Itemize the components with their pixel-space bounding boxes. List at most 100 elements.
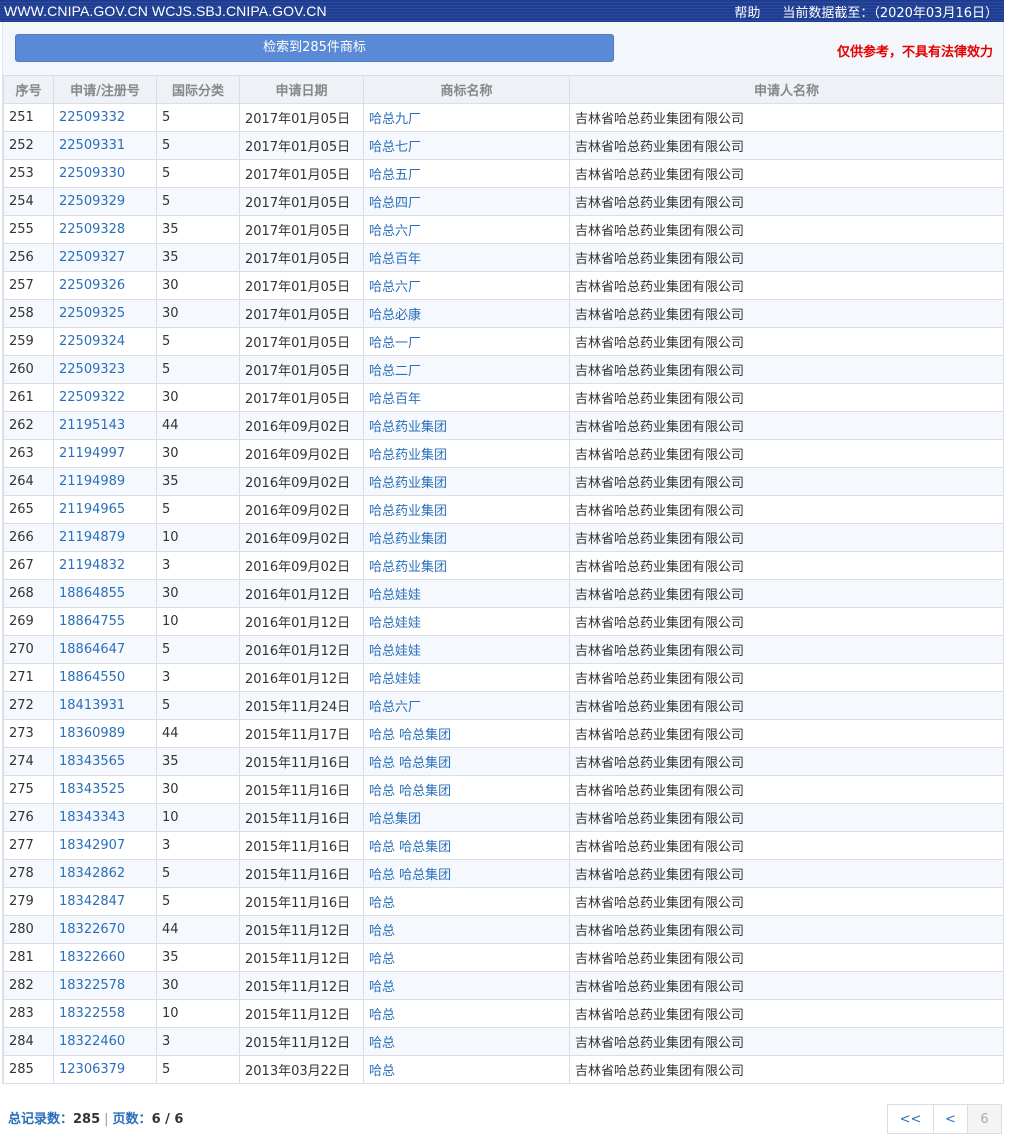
cell-mark-name[interactable]: 哈总六厂: [363, 215, 570, 244]
cell-mark-name[interactable]: 哈总药业集团: [363, 523, 570, 552]
table-row: 271 18864550 3 2016年01月12日 哈总娃娃 吉林省哈总药业集团有限公司: [3, 663, 1004, 692]
cell-mark-name[interactable]: 哈总九厂: [363, 103, 570, 132]
cell-reg-no[interactable]: 18360989: [53, 719, 157, 748]
cell-mark-name[interactable]: 哈总 哈总集团: [363, 859, 570, 888]
cell-reg-no[interactable]: 18864550: [53, 663, 157, 692]
cell-reg-no[interactable]: 22509330: [53, 159, 157, 188]
cell-reg-no[interactable]: 18342862: [53, 859, 157, 888]
cell-mark-name[interactable]: 哈总 哈总集团: [363, 747, 570, 776]
cell-applicant: 吉林省哈总药业集团有限公司: [569, 271, 1004, 300]
cell-seq: 273: [3, 719, 54, 748]
cell-reg-no[interactable]: 22509323: [53, 355, 157, 384]
table-row: 258 22509325 30 2017年01月05日 哈总必康 吉林省哈总药业集团有限公…: [3, 299, 1004, 328]
cell-mark-name[interactable]: 哈总: [363, 915, 570, 944]
cell-reg-no[interactable]: 21194997: [53, 439, 157, 468]
cell-reg-no[interactable]: 18322460: [53, 1027, 157, 1056]
cell-mark-name[interactable]: 哈总百年: [363, 383, 570, 412]
cell-date: 2017年01月05日: [239, 243, 364, 272]
cell-mark-name[interactable]: 哈总 哈总集团: [363, 831, 570, 860]
cell-reg-no[interactable]: 21194879: [53, 523, 157, 552]
cell-mark-name[interactable]: 哈总: [363, 1055, 570, 1084]
cell-reg-no[interactable]: 18342907: [53, 831, 157, 860]
cell-reg-no[interactable]: 18413931: [53, 691, 157, 720]
cell-reg-no[interactable]: 18864647: [53, 635, 157, 664]
cell-mark-name[interactable]: 哈总 哈总集团: [363, 719, 570, 748]
cell-reg-no[interactable]: 18343343: [53, 803, 157, 832]
cell-reg-no[interactable]: 18342847: [53, 887, 157, 916]
search-result-button[interactable]: 检索到285件商标: [15, 34, 614, 62]
cell-mark-name[interactable]: 哈总药业集团: [363, 495, 570, 524]
cell-reg-no[interactable]: 21194832: [53, 551, 157, 580]
cell-reg-no[interactable]: 22509324: [53, 327, 157, 356]
cell-class: 30: [156, 439, 240, 468]
cell-reg-no[interactable]: 22509332: [53, 103, 157, 132]
cell-mark-name[interactable]: 哈总六厂: [363, 271, 570, 300]
cell-mark-name[interactable]: 哈总: [363, 1027, 570, 1056]
site-address: WWW.CNIPA.GOV.CN WCJS.SBJ.CNIPA.GOV.CN: [4, 3, 327, 19]
cell-applicant: 吉林省哈总药业集团有限公司: [569, 663, 1004, 692]
first-page-button[interactable]: <<: [887, 1104, 934, 1134]
table-row: 265 21194965 5 2016年09月02日 哈总药业集团 吉林省哈总药业集团有限…: [3, 495, 1004, 524]
cell-mark-name[interactable]: 哈总药业集团: [363, 439, 570, 468]
cell-reg-no[interactable]: 18322660: [53, 943, 157, 972]
table-row: 257 22509326 30 2017年01月05日 哈总六厂 吉林省哈总药业集团有限公…: [3, 271, 1004, 300]
cell-reg-no[interactable]: 22509326: [53, 271, 157, 300]
cell-mark-name[interactable]: 哈总娃娃: [363, 635, 570, 664]
cell-mark-name[interactable]: 哈总: [363, 943, 570, 972]
cell-reg-no[interactable]: 21195143: [53, 411, 157, 440]
cell-mark-name[interactable]: 哈总六厂: [363, 691, 570, 720]
cell-date: 2015年11月12日: [239, 1027, 364, 1056]
cell-applicant: 吉林省哈总药业集团有限公司: [569, 299, 1004, 328]
cell-date: 2017年01月05日: [239, 383, 364, 412]
cell-mark-name[interactable]: 哈总: [363, 999, 570, 1028]
table-row: 253 22509330 5 2017年01月05日 哈总五厂 吉林省哈总药业集团有限公司: [3, 159, 1004, 188]
cell-mark-name[interactable]: 哈总药业集团: [363, 411, 570, 440]
cell-reg-no[interactable]: 18343525: [53, 775, 157, 804]
cell-date: 2015年11月17日: [239, 719, 364, 748]
table-row: 274 18343565 35 2015年11月16日 哈总 哈总集团 吉林省哈总药业集团…: [3, 747, 1004, 776]
cell-mark-name[interactable]: 哈总: [363, 887, 570, 916]
cell-reg-no[interactable]: 18322670: [53, 915, 157, 944]
cell-reg-no[interactable]: 22509322: [53, 383, 157, 412]
cell-mark-name[interactable]: 哈总娃娃: [363, 579, 570, 608]
cell-mark-name[interactable]: 哈总二厂: [363, 355, 570, 384]
cell-reg-no[interactable]: 22509329: [53, 187, 157, 216]
cell-reg-no[interactable]: 22509325: [53, 299, 157, 328]
cell-reg-no[interactable]: 18864855: [53, 579, 157, 608]
cell-mark-name[interactable]: 哈总五厂: [363, 159, 570, 188]
cell-mark-name[interactable]: 哈总一厂: [363, 327, 570, 356]
help-link[interactable]: 帮助: [734, 2, 760, 21]
cell-mark-name[interactable]: 哈总娃娃: [363, 607, 570, 636]
separator: |: [104, 1112, 109, 1127]
cell-applicant: 吉林省哈总药业集团有限公司: [569, 579, 1004, 608]
cell-date: 2016年09月02日: [239, 439, 364, 468]
table-row: 263 21194997 30 2016年09月02日 哈总药业集团 吉林省哈总药业集团有…: [3, 439, 1004, 468]
cell-applicant: 吉林省哈总药业集团有限公司: [569, 607, 1004, 636]
cell-applicant: 吉林省哈总药业集团有限公司: [569, 1055, 1004, 1084]
cell-mark-name[interactable]: 哈总药业集团: [363, 551, 570, 580]
cell-reg-no[interactable]: 21194989: [53, 467, 157, 496]
cell-reg-no[interactable]: 18343565: [53, 747, 157, 776]
cell-reg-no[interactable]: 22509331: [53, 131, 157, 160]
cell-mark-name[interactable]: 哈总集团: [363, 803, 570, 832]
header-class: 国际分类: [156, 75, 240, 104]
cell-reg-no[interactable]: 22509328: [53, 215, 157, 244]
cell-mark-name[interactable]: 哈总必康: [363, 299, 570, 328]
cell-mark-name[interactable]: 哈总四厂: [363, 187, 570, 216]
cell-reg-no[interactable]: 18322578: [53, 971, 157, 1000]
cell-date: 2017年01月05日: [239, 355, 364, 384]
cell-date: 2017年01月05日: [239, 187, 364, 216]
cell-mark-name[interactable]: 哈总 哈总集团: [363, 775, 570, 804]
cell-reg-no[interactable]: 18864755: [53, 607, 157, 636]
cell-reg-no[interactable]: 12306379: [53, 1055, 157, 1084]
cell-reg-no[interactable]: 18322558: [53, 999, 157, 1028]
cell-mark-name[interactable]: 哈总娃娃: [363, 663, 570, 692]
prev-page-button[interactable]: <: [933, 1104, 968, 1134]
cell-class: 5: [156, 691, 240, 720]
cell-reg-no[interactable]: 21194965: [53, 495, 157, 524]
cell-mark-name[interactable]: 哈总: [363, 971, 570, 1000]
cell-reg-no[interactable]: 22509327: [53, 243, 157, 272]
cell-mark-name[interactable]: 哈总药业集团: [363, 467, 570, 496]
cell-mark-name[interactable]: 哈总百年: [363, 243, 570, 272]
cell-mark-name[interactable]: 哈总七厂: [363, 131, 570, 160]
